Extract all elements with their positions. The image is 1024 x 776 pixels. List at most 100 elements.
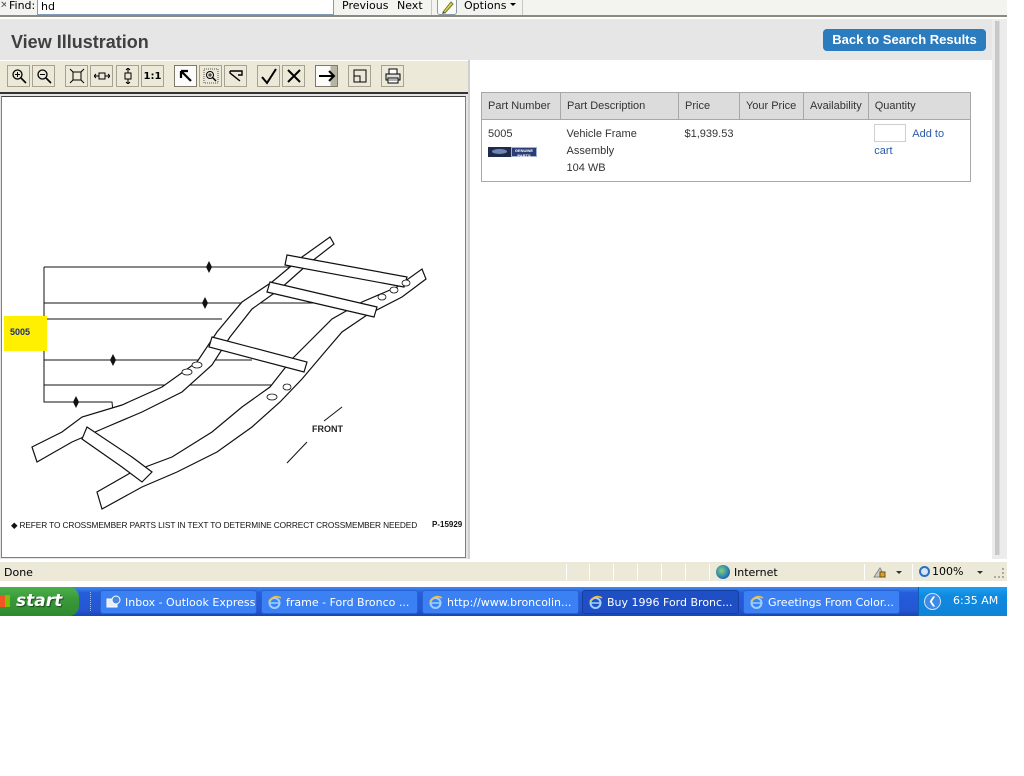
zoom-level: 100% bbox=[932, 565, 964, 578]
zoom-in-button[interactable] bbox=[7, 65, 30, 87]
column-header-quantity: Quantity bbox=[867, 92, 972, 120]
ie-icon bbox=[750, 595, 764, 609]
diamond-marker bbox=[206, 261, 212, 273]
page-header: View Illustration Back to Search Results bbox=[0, 19, 992, 60]
quantity-input[interactable] bbox=[874, 124, 907, 142]
availability-cell bbox=[803, 119, 869, 182]
chevron-down-icon[interactable] bbox=[896, 571, 902, 574]
illustration-canvas[interactable]: 5005 FRONT ◆ REFER TO CROSSMEMBER PARTS … bbox=[1, 96, 466, 558]
windows-logo-icon bbox=[0, 595, 10, 607]
genuine-parts-badge: GENUINE PARTS bbox=[511, 146, 537, 158]
ie-icon bbox=[429, 595, 443, 609]
fit-all-button[interactable] bbox=[65, 65, 88, 87]
protected-mode-icon[interactable] bbox=[873, 566, 887, 578]
front-label: FRONT bbox=[312, 424, 343, 434]
select-area-button[interactable] bbox=[224, 65, 247, 87]
check-button[interactable] bbox=[257, 65, 280, 87]
thumbnail-icon bbox=[353, 69, 366, 83]
vertical-scrollbar[interactable] bbox=[992, 19, 1007, 559]
table-header-row: Part Number Part Description Price Your … bbox=[481, 92, 972, 120]
fit-width-button[interactable] bbox=[90, 65, 113, 87]
taskbar-grip[interactable] bbox=[90, 592, 93, 611]
zoom-window-icon bbox=[203, 68, 218, 84]
taskbar-item-ie[interactable]: Greetings From Color... bbox=[743, 590, 900, 614]
description-line: 104 WB bbox=[566, 162, 606, 174]
status-text: Done bbox=[4, 566, 33, 579]
show-hidden-icons-chevron-icon[interactable]: ❮ bbox=[924, 593, 941, 610]
next-callout-button[interactable] bbox=[315, 65, 338, 87]
resize-grip[interactable] bbox=[994, 568, 1004, 578]
x-icon bbox=[286, 69, 301, 83]
description-line: Assembly bbox=[566, 145, 615, 157]
highlight-pencil-icon[interactable] bbox=[437, 0, 457, 15]
separator bbox=[522, 0, 523, 15]
column-header-part-description: Part Description bbox=[560, 92, 679, 120]
actual-size-button[interactable]: 1:1 bbox=[141, 65, 164, 87]
printer-icon bbox=[385, 68, 400, 84]
scrollbar-track[interactable] bbox=[995, 21, 1000, 555]
close-find-icon[interactable]: ✕ bbox=[0, 0, 6, 14]
find-input[interactable]: hd bbox=[37, 0, 334, 15]
zoom-window-button[interactable] bbox=[199, 65, 222, 87]
description-line: Vehicle Frame bbox=[566, 128, 637, 140]
status-pane-divider bbox=[661, 564, 662, 580]
status-bar: Done Internet 100% bbox=[0, 561, 1007, 581]
table-row: 5005 GENUINE PARTS Vehicle Frame Assembly… bbox=[481, 119, 972, 182]
task-label: http://www.broncolin... bbox=[447, 596, 572, 609]
zoom-out-button[interactable] bbox=[32, 65, 55, 87]
zoom-level-control[interactable]: 100% bbox=[919, 565, 963, 578]
ie-icon bbox=[268, 595, 282, 609]
fit-height-icon bbox=[124, 68, 131, 84]
chevron-down-icon[interactable] bbox=[510, 3, 516, 6]
diamond-marker bbox=[110, 354, 116, 366]
find-next-button[interactable]: Next bbox=[397, 0, 423, 11]
back-to-search-results-button[interactable]: Back to Search Results bbox=[823, 29, 986, 51]
clear-button[interactable] bbox=[282, 65, 305, 87]
crossmember bbox=[208, 336, 308, 373]
crossmember bbox=[284, 254, 408, 288]
status-pane-divider bbox=[912, 564, 913, 580]
taskbar-item-ie-active[interactable]: Buy 1996 Ford Bronc... bbox=[582, 590, 739, 614]
status-pane-divider bbox=[589, 564, 590, 580]
start-label: start bbox=[16, 591, 63, 611]
find-bar: ✕ Find: hd Previous Next Options bbox=[0, 0, 1007, 17]
system-tray: ❮ 6:35 AM bbox=[918, 587, 1007, 616]
zoom-out-icon bbox=[36, 69, 52, 84]
find-options-button[interactable]: Options bbox=[464, 0, 506, 11]
part-number: 5005 bbox=[488, 128, 513, 140]
find-previous-button[interactable]: Previous bbox=[342, 0, 389, 11]
callout-5005[interactable]: 5005 bbox=[4, 316, 47, 351]
pane-splitter[interactable] bbox=[468, 60, 470, 559]
zoom-magnifier-icon bbox=[919, 566, 930, 577]
callout-label: 5005 bbox=[10, 327, 31, 337]
illustration-footnote: ◆ REFER TO CROSSMEMBER PARTS LIST IN TEX… bbox=[11, 520, 418, 530]
chevron-down-icon[interactable] bbox=[977, 571, 983, 574]
diamond-marker bbox=[73, 396, 79, 408]
fit-all-icon bbox=[69, 68, 84, 84]
task-label: Greetings From Color... bbox=[768, 596, 894, 609]
taskbar-item-ie[interactable]: http://www.broncolin... bbox=[422, 590, 579, 614]
frame-assembly-drawing bbox=[31, 236, 427, 510]
page-title: View Illustration bbox=[11, 32, 149, 52]
ford-genuine-parts-logo: GENUINE PARTS bbox=[488, 146, 537, 158]
taskbar-item-ie[interactable]: frame - Ford Bronco ... bbox=[261, 590, 418, 614]
print-button[interactable] bbox=[381, 65, 404, 87]
task-label: frame - Ford Bronco ... bbox=[286, 596, 410, 609]
task-label: Inbox - Outlook Express bbox=[125, 596, 256, 609]
task-label: Buy 1996 Ford Bronc... bbox=[607, 596, 733, 609]
select-pointer-button[interactable] bbox=[174, 65, 197, 87]
taskbar-item-outlook[interactable]: Inbox - Outlook Express bbox=[100, 590, 257, 614]
your-price-cell bbox=[739, 119, 804, 182]
security-zone[interactable]: Internet bbox=[716, 565, 778, 579]
ford-oval-icon bbox=[488, 146, 511, 157]
start-button[interactable]: start bbox=[0, 587, 79, 616]
illustration-id: P-15929 bbox=[432, 520, 463, 529]
crossmember bbox=[266, 281, 378, 318]
diamond-marker bbox=[202, 297, 208, 309]
column-header-your-price: Your Price bbox=[738, 92, 804, 120]
thumbnail-button[interactable] bbox=[348, 65, 371, 87]
fit-height-button[interactable] bbox=[116, 65, 139, 87]
column-header-availability: Availability bbox=[802, 92, 869, 120]
clock[interactable]: 6:35 AM bbox=[953, 594, 998, 607]
viewer-toolbar: 1:1 bbox=[0, 60, 469, 94]
